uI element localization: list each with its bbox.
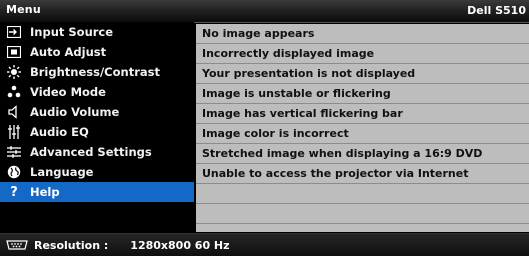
- help-topic[interactable]: Stretched image when displaying a 16:9 D…: [196, 144, 529, 164]
- menu-item-brightness-contrast[interactable]: Brightness/Contrast: [0, 62, 194, 82]
- help-topic[interactable]: Image is unstable or flickering: [196, 84, 529, 104]
- help-topic-empty: [196, 184, 529, 204]
- menu-item-label: Help: [30, 185, 60, 199]
- vga-connector-icon: [6, 240, 28, 250]
- input-source-icon: [6, 25, 22, 39]
- help-topic[interactable]: Your presentation is not displayed: [196, 64, 529, 84]
- help-topic[interactable]: Incorrectly displayed image: [196, 44, 529, 64]
- help-topic[interactable]: Image has vertical flickering bar: [196, 104, 529, 124]
- projector-osd: Menu Dell S510 Input Source Auto Adjust …: [0, 0, 529, 256]
- sliders-icon: [6, 145, 22, 159]
- menu-item-label: Advanced Settings: [30, 145, 152, 159]
- menu-title: Menu: [6, 3, 41, 16]
- menu-item-language[interactable]: Language: [0, 162, 194, 182]
- status-bar: Resolution : 1280x800 60 Hz: [0, 233, 529, 256]
- help-panel: No image appears Incorrectly displayed i…: [196, 24, 529, 232]
- resolution-label: Resolution :: [34, 238, 109, 252]
- menu-item-input-source[interactable]: Input Source: [0, 22, 194, 42]
- globe-icon: [6, 165, 22, 179]
- help-topic[interactable]: No image appears: [196, 24, 529, 44]
- menu-item-label: Audio Volume: [30, 105, 120, 119]
- menu-item-label: Video Mode: [30, 85, 106, 99]
- menu-item-help[interactable]: ? Help: [0, 182, 194, 202]
- equalizer-icon: [6, 125, 22, 139]
- resolution-value: 1280x800 60 Hz: [130, 238, 230, 252]
- menu-item-audio-eq[interactable]: Audio EQ: [0, 122, 194, 142]
- menu-item-label: Language: [30, 165, 94, 179]
- menu-item-audio-volume[interactable]: Audio Volume: [0, 102, 194, 122]
- menu-item-label: Audio EQ: [30, 125, 89, 139]
- auto-adjust-icon: [6, 45, 22, 59]
- brightness-icon: [6, 65, 22, 79]
- menu-item-advanced-settings[interactable]: Advanced Settings: [0, 142, 194, 162]
- menu-item-video-mode[interactable]: Video Mode: [0, 82, 194, 102]
- help-topic[interactable]: Unable to access the projector via Inter…: [196, 164, 529, 184]
- help-topic[interactable]: Image color is incorrect: [196, 124, 529, 144]
- menu-item-label: Auto Adjust: [30, 45, 107, 59]
- model-name: Dell S510: [467, 4, 526, 17]
- question-icon: ?: [10, 184, 18, 200]
- menu-item-label: Brightness/Contrast: [30, 65, 160, 79]
- osd-header: Menu Dell S510: [0, 0, 529, 23]
- help-topic-empty: [196, 204, 529, 224]
- video-mode-icon: [6, 85, 22, 99]
- menu-item-auto-adjust[interactable]: Auto Adjust: [0, 42, 194, 62]
- main-menu: Input Source Auto Adjust Brightness/Cont…: [0, 22, 194, 232]
- speaker-icon: [6, 105, 22, 119]
- menu-item-label: Input Source: [30, 25, 114, 39]
